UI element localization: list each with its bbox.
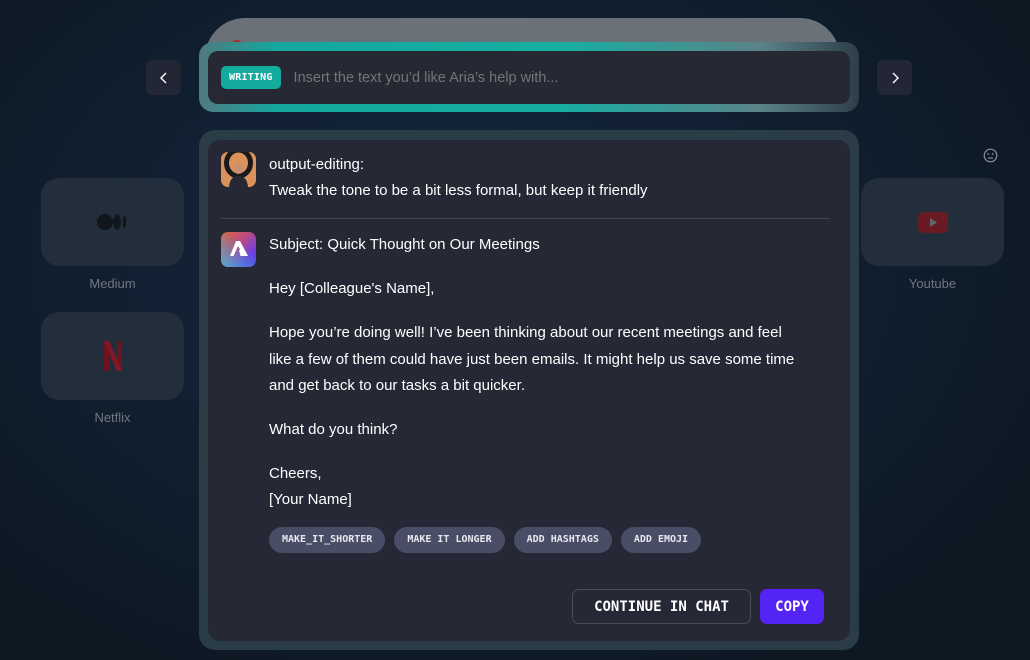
user-message: Tweak the tone to be a bit less formal, … bbox=[269, 182, 648, 199]
writing-badge[interactable]: WRITING bbox=[221, 66, 281, 89]
email-body-line: and get back to our tasks a bit quicker. bbox=[269, 377, 525, 394]
previous-button[interactable] bbox=[146, 60, 181, 95]
app-label-medium: Medium bbox=[89, 276, 136, 291]
user-avatar bbox=[221, 152, 256, 187]
message-divider bbox=[221, 218, 830, 219]
input-bar: WRITING bbox=[208, 51, 850, 104]
app-tile-youtube[interactable] bbox=[861, 178, 1004, 266]
email-subject: Subject: Quick Thought on Our Meetings bbox=[269, 236, 540, 253]
email-signature: [Your Name] bbox=[269, 491, 352, 508]
app-tile-netflix[interactable] bbox=[41, 312, 184, 400]
make-it-longer-chip[interactable]: MAKE IT LONGER bbox=[394, 527, 505, 553]
add-emoji-chip[interactable]: ADD EMOJI bbox=[620, 527, 702, 553]
continue-in-chat-button[interactable]: CONTINUE IN CHAT bbox=[572, 589, 751, 624]
app-label-netflix: Netflix bbox=[94, 410, 131, 425]
aria-avatar bbox=[221, 232, 256, 267]
email-body-line: like a few of them could have just been … bbox=[269, 351, 795, 368]
add-hashtags-chip[interactable]: ADD HASHTAGS bbox=[513, 527, 612, 553]
user-label: output-editing: bbox=[269, 156, 365, 173]
chevron-right-icon bbox=[892, 72, 899, 83]
copy-button[interactable]: COPY bbox=[760, 589, 824, 624]
app-tile-medium[interactable] bbox=[41, 178, 184, 266]
next-button[interactable] bbox=[877, 60, 912, 95]
email-signoff: Cheers, bbox=[269, 465, 322, 482]
medium-icon bbox=[96, 214, 126, 230]
email-body-line: Hope you’re doing well! I’ve been thinki… bbox=[269, 324, 782, 341]
make-it-shorter-chip[interactable]: MAKE_IT_SHORTER bbox=[269, 527, 386, 553]
netflix-icon bbox=[103, 341, 122, 371]
app-label-youtube: Youtube bbox=[908, 276, 957, 291]
chevron-left-icon bbox=[159, 72, 166, 83]
suggestion-chips: MAKE_IT_SHORTER MAKE IT LONGER ADD HASHT… bbox=[269, 527, 702, 553]
youtube-icon bbox=[917, 211, 948, 233]
emoji-icon[interactable] bbox=[983, 148, 998, 163]
email-greeting: Hey [Colleague's Name], bbox=[269, 280, 435, 297]
email-question: What do you think? bbox=[269, 421, 398, 438]
prompt-input[interactable] bbox=[293, 69, 814, 86]
